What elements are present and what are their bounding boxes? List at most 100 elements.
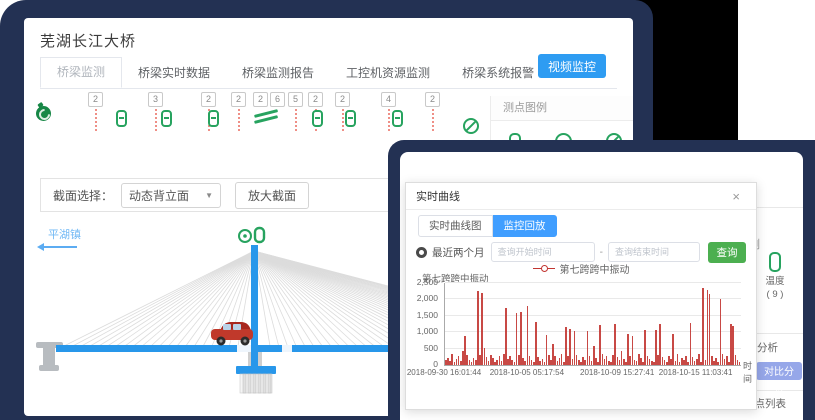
x-tick-label: 2018-10-09 15:27:41 <box>580 368 654 377</box>
modal-tab-group: 实时曲线图 监控回放 <box>418 215 557 237</box>
chart-bar <box>709 294 711 365</box>
legend-label: 第七跨跨中振动 <box>560 261 630 276</box>
chain-icon <box>116 110 127 127</box>
chart-bar <box>739 362 741 365</box>
chain-sensor-item[interactable] <box>312 92 323 127</box>
zoom-section-button[interactable]: 放大截面 <box>235 182 309 209</box>
query-start-time-input[interactable] <box>491 242 595 262</box>
legend-marker-icon <box>533 268 555 269</box>
sensor-count-badge: 2 <box>88 92 103 107</box>
chain-icon <box>345 110 356 127</box>
chart-bar <box>477 291 479 365</box>
section-select-dropdown[interactable]: 动态背立面 ▼ <box>121 183 221 208</box>
badge-sensor-item[interactable]: 2 <box>425 92 440 131</box>
car <box>211 322 253 346</box>
chart-bar <box>505 308 507 365</box>
modal-header: 实时曲线 × <box>406 183 756 210</box>
y-tick-label: 500 <box>424 343 438 353</box>
left-arrow-icon <box>41 246 77 248</box>
chart-bar <box>520 312 522 365</box>
y-tick-label: 1,500 <box>417 310 438 320</box>
x-tick-label: 2018-10-05 05:17:54 <box>490 368 564 377</box>
modal-title: 实时曲线 <box>416 188 460 204</box>
chain-icon <box>312 110 323 127</box>
realtime-curve-modal: 实时曲线 × 实时曲线图 监控回放 最近两个月 - 查询 <box>405 182 757 410</box>
truss-icon <box>254 108 280 126</box>
badge-sensor-item[interactable]: 6 <box>270 92 285 107</box>
sensor-tick-line <box>295 109 297 131</box>
gridline <box>445 331 741 332</box>
chain-sensor-item[interactable] <box>208 92 219 127</box>
pylon-top-sensors[interactable] <box>239 228 264 242</box>
deck-gap-1 <box>237 345 251 352</box>
chevron-down-icon: ▼ <box>205 191 213 200</box>
chart-xlabels: 2018-09-30 16:01:442018-10-05 05:17:5420… <box>444 368 740 380</box>
ban-sensor-item[interactable] <box>463 92 479 134</box>
radio-last-two-months[interactable] <box>416 247 427 258</box>
video-monitor-button[interactable]: 视频监控 <box>538 54 606 78</box>
chain-icon <box>161 110 172 127</box>
query-end-time-input[interactable] <box>608 242 700 262</box>
compare-analysis-button[interactable]: 对比分析 <box>756 362 802 380</box>
chain-icon <box>208 110 219 127</box>
sensor-tick-line <box>238 109 240 131</box>
chart-x-axis-title: 时间 <box>743 359 758 385</box>
main-tab-bar: 桥梁监测 桥梁实时数据 桥梁监测报告 工控机资源监测 桥梁系统报警 <box>40 58 617 89</box>
tab-ipc-resource[interactable]: 工控机资源监测 <box>330 59 446 88</box>
gridline <box>445 282 741 283</box>
y-tick-label: 2,000 <box>417 293 438 303</box>
chart-area: 05001,0001,5002,0002,500 2018-09-30 16:0… <box>416 283 758 395</box>
tab-bridge-monitor[interactable]: 桥梁监测 <box>40 57 122 88</box>
sensor-tick-line <box>95 109 97 131</box>
sensor-count-badge: 5 <box>288 92 303 107</box>
radio-label: 最近两个月 <box>432 245 485 260</box>
chain-icon <box>392 110 403 127</box>
sensor-count-badge: 2 <box>231 92 246 107</box>
tab-monitor-report[interactable]: 桥梁监测报告 <box>226 59 330 88</box>
query-button[interactable]: 查询 <box>708 242 746 263</box>
bridge-pylon <box>251 245 258 368</box>
chain-sensor-item[interactable] <box>116 92 127 127</box>
tab-realtime-data[interactable]: 桥梁实时数据 <box>122 59 226 88</box>
temperature-legend-item[interactable]: 温度 ( 9 ) <box>752 252 798 301</box>
ban-icon <box>463 118 479 134</box>
sensor-tick-line <box>155 109 157 131</box>
chart-ylabels: 05001,0001,5002,0002,500 <box>416 283 440 365</box>
pylon-chain-icon <box>255 228 264 242</box>
legend-panel-title: 测点图例 <box>491 96 633 121</box>
chain-sensor-item[interactable] <box>392 92 403 127</box>
badge-sensor-item[interactable]: 2 <box>88 92 103 131</box>
temperature-label: 温度 <box>752 275 798 288</box>
gridline <box>445 298 741 299</box>
deck-gap-2 <box>282 345 292 352</box>
direction-label: 平湖镇 <box>48 226 81 242</box>
tab-realtime-curve[interactable]: 实时曲线图 <box>418 215 493 237</box>
sensor-tick-line <box>342 109 344 131</box>
y-tick-label: 2,500 <box>417 277 438 287</box>
tab-system-alarm[interactable]: 桥梁系统报警 <box>446 59 550 88</box>
chart-bar <box>702 288 704 365</box>
y-tick-label: 1,000 <box>417 326 438 336</box>
close-icon[interactable]: × <box>726 189 746 204</box>
chain-sensor-item[interactable] <box>161 92 172 127</box>
chain-sensor-item[interactable] <box>345 92 356 127</box>
bridge-pier-base <box>39 365 59 371</box>
range-separator: - <box>600 247 603 258</box>
bridge-pier-stem <box>43 347 55 366</box>
sensor-tick-line <box>432 109 434 131</box>
badge-sensor-item[interactable]: 2 <box>231 92 246 131</box>
chart-plot <box>444 283 741 366</box>
x-tick-label: 2018-10-15 11:03:41 <box>659 368 733 377</box>
thermometer-icon <box>769 252 781 272</box>
front-window-frame: 测点图例 温度 ( 9 ) 对比分析 对比分析 测点列表 实时曲线 × 实时曲线… <box>388 140 815 420</box>
gauge-sensor-item[interactable] <box>36 92 51 121</box>
section-select-value: 动态背立面 <box>129 187 189 204</box>
sensor-count-badge: 2 <box>425 92 440 107</box>
foundation-cap <box>236 366 276 374</box>
tab-monitor-playback[interactable]: 监控回放 <box>493 215 557 237</box>
badge-sensor-item[interactable]: 5 <box>288 92 303 131</box>
gridline <box>445 315 741 316</box>
front-window-content: 测点图例 温度 ( 9 ) 对比分析 对比分析 测点列表 实时曲线 × 实时曲线… <box>400 152 803 420</box>
temperature-count: ( 9 ) <box>752 288 798 301</box>
x-tick-label: 2018-09-30 16:01:44 <box>407 368 481 377</box>
